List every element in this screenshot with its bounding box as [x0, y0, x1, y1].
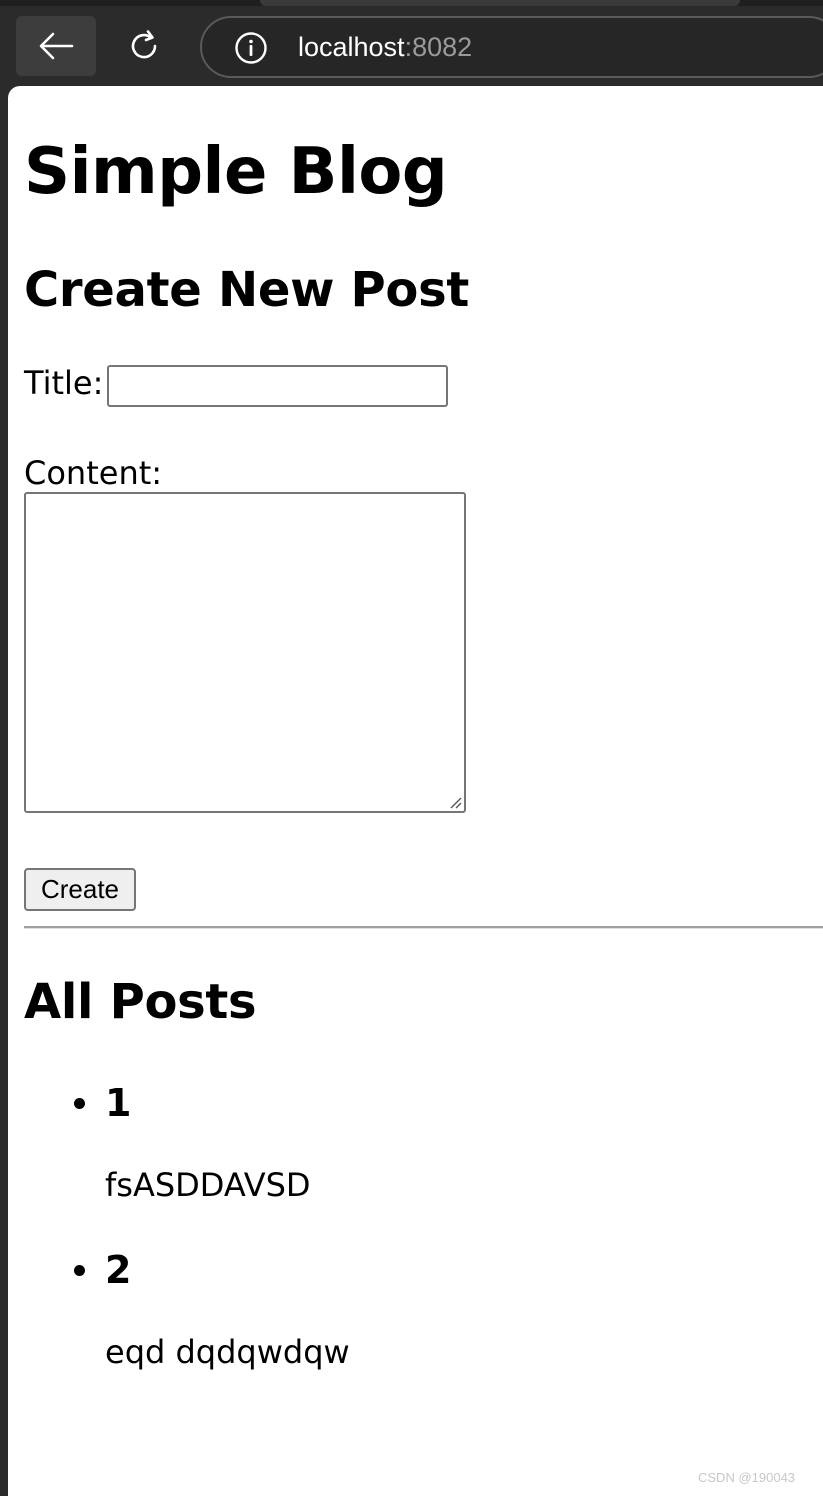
- url-text[interactable]: localhost:8082: [298, 30, 472, 64]
- all-posts-heading: All Posts: [24, 974, 257, 1030]
- watermark: CSDN @190043: [698, 1470, 796, 1485]
- title-input[interactable]: [107, 365, 448, 407]
- address-bar[interactable]: localhost:8082: [200, 16, 823, 78]
- post-content: fsASDDAVSD: [105, 1166, 311, 1204]
- content-label: Content:: [24, 454, 163, 492]
- browser-toolbar: localhost:8082: [0, 6, 823, 86]
- title-label: Title:: [24, 364, 104, 402]
- create-post-heading: Create New Post: [24, 262, 470, 318]
- arrow-left-icon: [39, 32, 74, 60]
- url-host: localhost: [298, 32, 405, 62]
- page-title: Simple Blog: [24, 135, 448, 209]
- resize-grip-icon[interactable]: [448, 795, 462, 809]
- url-port: :8082: [404, 32, 473, 62]
- create-button[interactable]: Create: [24, 868, 136, 911]
- bullet-icon: [74, 1265, 85, 1276]
- bullet-icon: [74, 1098, 85, 1109]
- reload-icon: [131, 30, 157, 59]
- back-button[interactable]: [16, 16, 96, 76]
- section-divider: [24, 926, 823, 929]
- reload-button[interactable]: [112, 16, 176, 76]
- page-viewport: Simple Blog Create New Post Title: Conte…: [8, 86, 823, 1496]
- info-icon[interactable]: [234, 31, 268, 65]
- content-textarea[interactable]: [24, 492, 466, 813]
- post-title: 2: [105, 1248, 132, 1292]
- post-content: eqd dqdqwdqw: [105, 1333, 350, 1371]
- post-title: 1: [105, 1081, 132, 1125]
